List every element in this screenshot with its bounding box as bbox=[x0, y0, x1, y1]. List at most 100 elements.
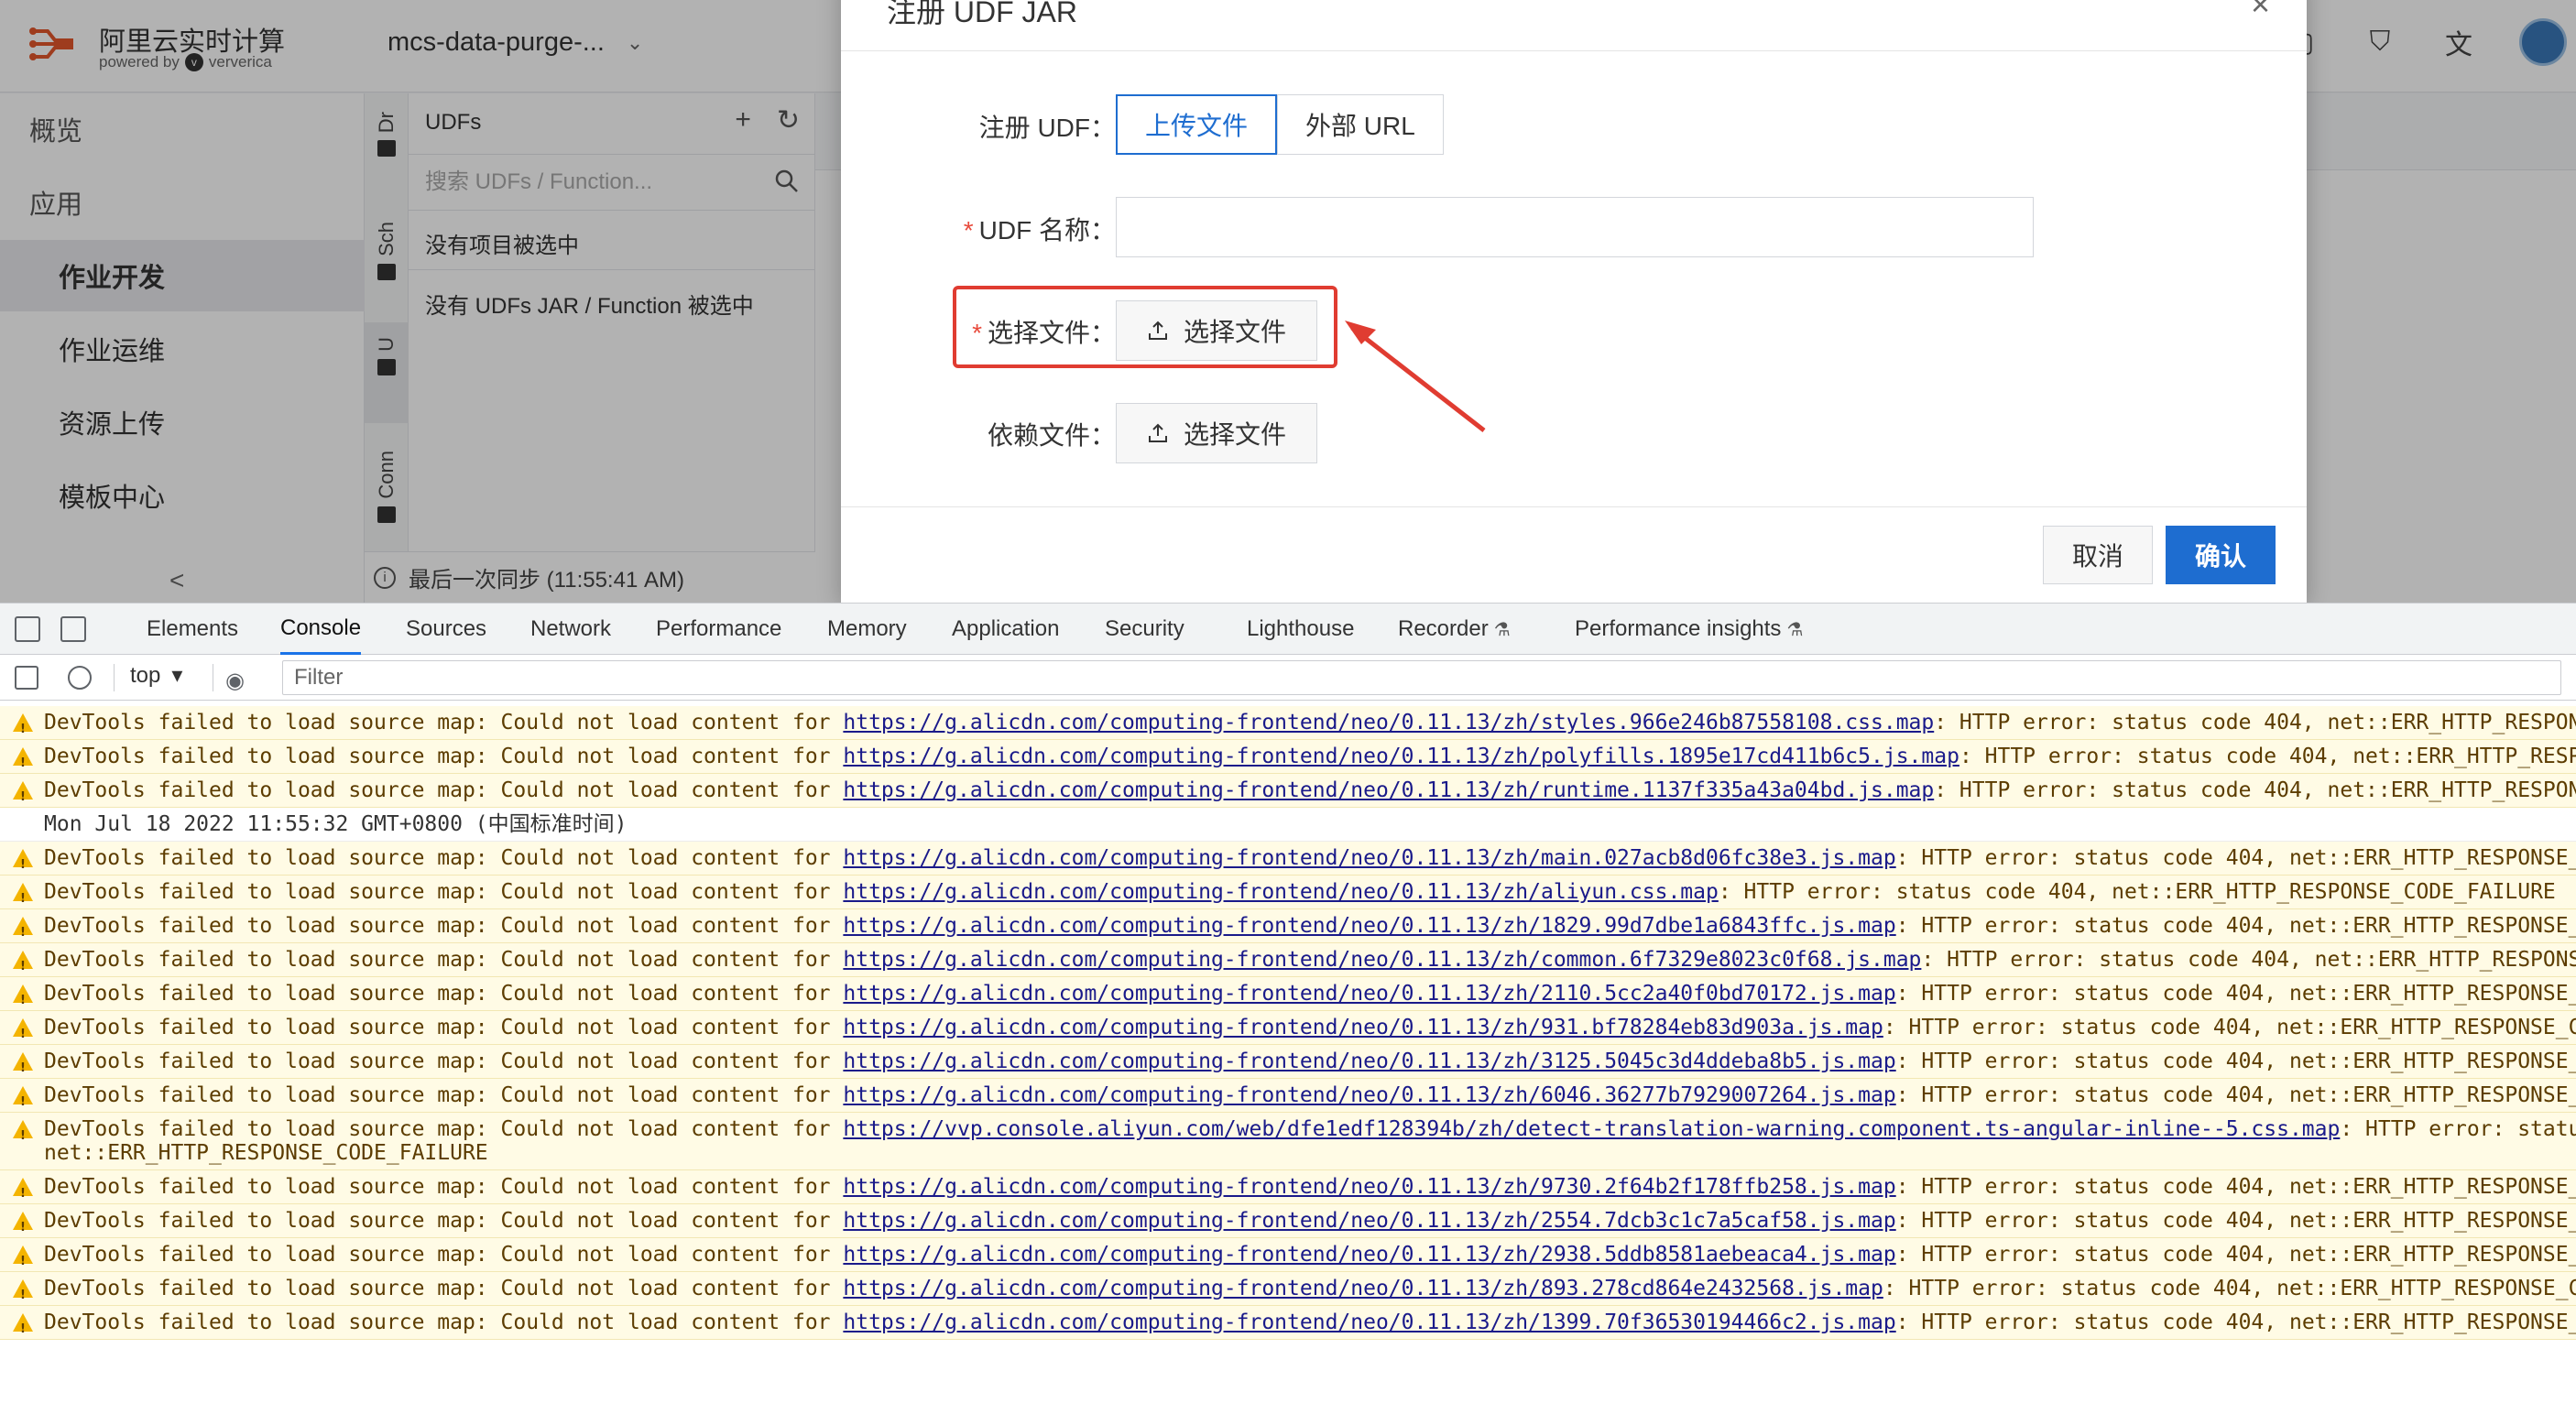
log-message-text: DevTools failed to load source map: Coul… bbox=[44, 1016, 844, 1039]
warning-icon bbox=[13, 1120, 33, 1148]
cancel-button[interactable]: 取消 bbox=[2043, 526, 2153, 584]
tab-application[interactable]: Application bbox=[952, 604, 1059, 655]
source-map-link[interactable]: https://g.alicdn.com/computing-frontend/… bbox=[843, 745, 1959, 768]
tab-console[interactable]: Console bbox=[280, 604, 362, 655]
tab-lighthouse[interactable]: Lighthouse bbox=[1247, 604, 1354, 655]
log-message-text: DevTools failed to load source map: Coul… bbox=[44, 1083, 844, 1107]
source-map-link[interactable]: https://g.alicdn.com/computing-frontend/… bbox=[843, 880, 1718, 904]
tab-performance-insights[interactable]: Performance insights ⚗ bbox=[1575, 604, 1803, 655]
log-error-detail: : HTTP error: status code 404, net::ERR_… bbox=[1895, 914, 2576, 938]
source-map-link[interactable]: https://g.alicdn.com/computing-frontend/… bbox=[843, 1175, 1895, 1199]
log-message-text: DevTools failed to load source map: Coul… bbox=[44, 914, 844, 938]
source-map-link[interactable]: https://g.alicdn.com/computing-frontend/… bbox=[843, 948, 1921, 972]
log-error-detail: : HTTP error: status code 404, net::ERR_… bbox=[1895, 1083, 2576, 1107]
source-map-link[interactable]: https://g.alicdn.com/computing-frontend/… bbox=[843, 1311, 1895, 1334]
warning-icon bbox=[13, 917, 33, 942]
source-map-link[interactable]: https://vvp.console.aliyun.com/web/dfe1e… bbox=[843, 1117, 2340, 1141]
log-error-detail: : HTTP error: status code 404, net::ERR_… bbox=[1895, 1175, 2576, 1199]
log-message-text: DevTools failed to load source map: Coul… bbox=[44, 1175, 844, 1199]
log-message-text: DevTools failed to load source map: Coul… bbox=[44, 948, 844, 972]
log-error-detail: : HTTP error: status code 404, net::ERR_… bbox=[1934, 711, 2576, 734]
console-warning-row: DevTools failed to load source map: Coul… bbox=[0, 1170, 2576, 1204]
app-window: 阿里云实时计算 powered by v ververica mcs-data-… bbox=[0, 0, 2576, 603]
warning-icon bbox=[13, 1212, 33, 1237]
log-message-text: DevTools failed to load source map: Coul… bbox=[44, 880, 844, 904]
source-map-link[interactable]: https://g.alicdn.com/computing-frontend/… bbox=[843, 982, 1895, 1006]
tab-sources[interactable]: Sources bbox=[406, 604, 486, 655]
source-map-link[interactable]: https://g.alicdn.com/computing-frontend/… bbox=[843, 1209, 1895, 1233]
close-icon[interactable]: × bbox=[2251, 0, 2270, 24]
log-message-text: DevTools failed to load source map: Coul… bbox=[44, 982, 844, 1006]
warning-icon bbox=[13, 984, 33, 1010]
experiment-flask-icon: ⚗ bbox=[1493, 619, 1511, 640]
warning-icon bbox=[13, 1313, 33, 1339]
console-warning-row: DevTools failed to load source map: Coul… bbox=[0, 977, 2576, 1011]
context-value: top bbox=[130, 662, 161, 688]
annotation-highlight-box bbox=[953, 286, 1337, 368]
register-source-toggle: 上传文件 外部 URL bbox=[1116, 94, 1444, 155]
source-map-link[interactable]: https://g.alicdn.com/computing-frontend/… bbox=[843, 778, 1934, 802]
log-error-detail: : HTTP error: status code 404, net::ERR_… bbox=[1921, 948, 2576, 972]
log-error-detail: : HTTP error: status code 404, net::ERR_… bbox=[1883, 1277, 2576, 1300]
devtools-tool-icons bbox=[15, 616, 86, 642]
console-warning-row: DevTools failed to load source map: Coul… bbox=[0, 943, 2576, 977]
warning-icon bbox=[13, 1178, 33, 1203]
tab-recorder-label: Recorder bbox=[1398, 616, 1489, 641]
console-warning-row: DevTools failed to load source map: Coul… bbox=[0, 706, 2576, 740]
register-udf-jar-dialog: 注册 UDF JAR × 注册 UDF： 上传文件 外部 URL * UDF 名称… bbox=[841, 0, 2307, 603]
source-map-link[interactable]: https://g.alicdn.com/computing-frontend/… bbox=[843, 1277, 1883, 1300]
udf-name-input[interactable] bbox=[1116, 197, 2034, 257]
device-toolbar-icon[interactable] bbox=[60, 616, 86, 642]
console-toolbar: top ▾ ◉ bbox=[0, 655, 2576, 701]
tab-security[interactable]: Security bbox=[1105, 604, 1184, 655]
source-map-link[interactable]: https://g.alicdn.com/computing-frontend/… bbox=[843, 1050, 1895, 1073]
tab-elements[interactable]: Elements bbox=[147, 604, 238, 655]
warning-icon bbox=[13, 1018, 33, 1044]
log-message-text: DevTools failed to load source map: Coul… bbox=[44, 1209, 844, 1233]
clear-console-icon[interactable] bbox=[68, 666, 92, 690]
context-selector[interactable]: top ▾ bbox=[130, 662, 182, 689]
console-filter-input[interactable] bbox=[282, 660, 2561, 695]
toggle-sidebar-icon[interactable] bbox=[15, 666, 38, 690]
tab-performance[interactable]: Performance bbox=[656, 604, 781, 655]
console-warning-row: DevTools failed to load source map: Coul… bbox=[0, 1306, 2576, 1340]
dialog-title: 注册 UDF JAR bbox=[887, 0, 1078, 28]
log-error-detail: : HTTP error: status code 404, net::ERR_… bbox=[1895, 1311, 2576, 1334]
log-message-text: DevTools failed to load source map: Coul… bbox=[44, 1117, 844, 1141]
console-log-list: DevTools failed to load source map: Coul… bbox=[0, 706, 2576, 1414]
source-map-link[interactable]: https://g.alicdn.com/computing-frontend/… bbox=[843, 1243, 1895, 1267]
console-warning-row: DevTools failed to load source map: Coul… bbox=[0, 774, 2576, 808]
log-error-detail: : HTTP error: status code 404, net::ERR_… bbox=[1895, 982, 2576, 1006]
console-warning-row: DevTools failed to load source map: Coul… bbox=[0, 1272, 2576, 1306]
udf-name-label-text: UDF 名称： bbox=[978, 216, 1116, 245]
source-map-link[interactable]: https://g.alicdn.com/computing-frontend/… bbox=[843, 846, 1895, 870]
confirm-button[interactable]: 确认 bbox=[2166, 526, 2276, 584]
warning-icon bbox=[13, 713, 33, 739]
choose-dependency-button[interactable]: 选择文件 bbox=[1116, 403, 1317, 463]
warning-icon bbox=[13, 883, 33, 908]
upload-icon bbox=[1148, 423, 1167, 442]
console-warning-row: DevTools failed to load source map: Coul… bbox=[0, 1238, 2576, 1272]
tab-memory[interactable]: Memory bbox=[827, 604, 907, 655]
tab-network[interactable]: Network bbox=[530, 604, 611, 655]
log-error-detail: : HTTP error: status code 404, net::ERR_… bbox=[1895, 1209, 2576, 1233]
warning-icon bbox=[13, 1245, 33, 1271]
source-map-link[interactable]: https://g.alicdn.com/computing-frontend/… bbox=[843, 1016, 1883, 1039]
tab-performance-insights-label: Performance insights bbox=[1575, 616, 1782, 641]
live-expression-eye-icon[interactable]: ◉ bbox=[225, 668, 245, 694]
inspect-element-icon[interactable] bbox=[15, 616, 40, 642]
log-error-detail: : HTTP error: status code 404, net::ERR_… bbox=[1718, 880, 2556, 904]
log-message-text: DevTools failed to load source map: Coul… bbox=[44, 745, 844, 768]
upload-file-tab[interactable]: 上传文件 bbox=[1116, 94, 1278, 155]
source-map-link[interactable]: https://g.alicdn.com/computing-frontend/… bbox=[843, 1083, 1895, 1107]
source-map-link[interactable]: https://g.alicdn.com/computing-frontend/… bbox=[843, 711, 1934, 734]
log-message-text: DevTools failed to load source map: Coul… bbox=[44, 1277, 844, 1300]
register-udf-label: 注册 UDF： bbox=[978, 114, 1116, 142]
external-url-tab[interactable]: 外部 URL bbox=[1277, 94, 1444, 155]
source-map-link[interactable]: https://g.alicdn.com/computing-frontend/… bbox=[843, 914, 1895, 938]
log-error-detail: : HTTP error: status code 404, net::ERR_… bbox=[1934, 778, 2576, 802]
log-message-text: Mon Jul 18 2022 11:55:32 GMT+0800 (中国标准时… bbox=[44, 812, 628, 836]
tab-recorder[interactable]: Recorder ⚗ bbox=[1398, 604, 1511, 655]
console-warning-row: DevTools failed to load source map: Coul… bbox=[0, 909, 2576, 943]
console-warning-row: DevTools failed to load source map: Coul… bbox=[0, 876, 2576, 909]
